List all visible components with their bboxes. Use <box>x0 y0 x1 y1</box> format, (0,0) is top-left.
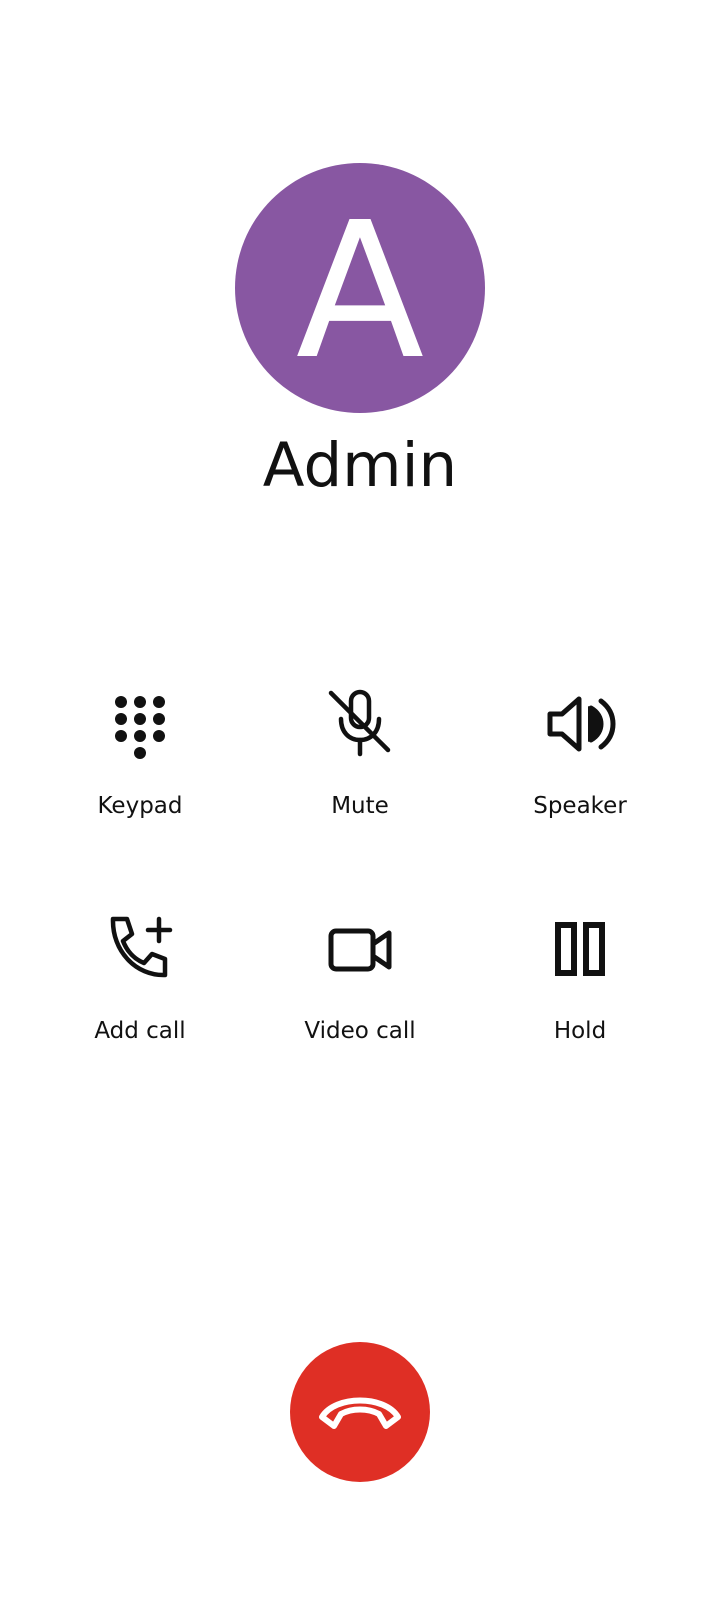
dialpad-icon <box>104 688 176 760</box>
in-call-controls: Keypad Mute Speaker Add call Video call … <box>0 688 720 1048</box>
keypad-button[interactable]: Keypad <box>30 688 250 844</box>
mute-label: Mute <box>331 793 389 819</box>
speaker-label: Speaker <box>533 793 627 819</box>
video-camera-icon <box>324 913 396 985</box>
mute-button[interactable]: Mute <box>250 688 470 844</box>
end-call-button[interactable] <box>290 1342 430 1482</box>
add-call-button[interactable]: Add call <box>30 913 250 1069</box>
mic-off-icon <box>324 688 396 760</box>
avatar-letter: A <box>295 182 425 401</box>
hold-label: Hold <box>553 1018 607 1044</box>
add-call-label: Add call <box>94 1018 186 1044</box>
pause-icon <box>544 913 616 985</box>
add-call-icon <box>104 913 176 985</box>
contact-avatar: A <box>235 163 485 413</box>
keypad-label: Keypad <box>97 793 183 819</box>
speaker-icon <box>544 688 616 760</box>
video-call-label: Video call <box>304 1018 416 1044</box>
hang-up-phone-icon <box>317 1389 403 1435</box>
contact-name: Admin <box>262 430 458 501</box>
hold-button[interactable]: Hold <box>470 913 690 1069</box>
video-call-button[interactable]: Video call <box>250 913 470 1069</box>
speaker-button[interactable]: Speaker <box>470 688 690 844</box>
